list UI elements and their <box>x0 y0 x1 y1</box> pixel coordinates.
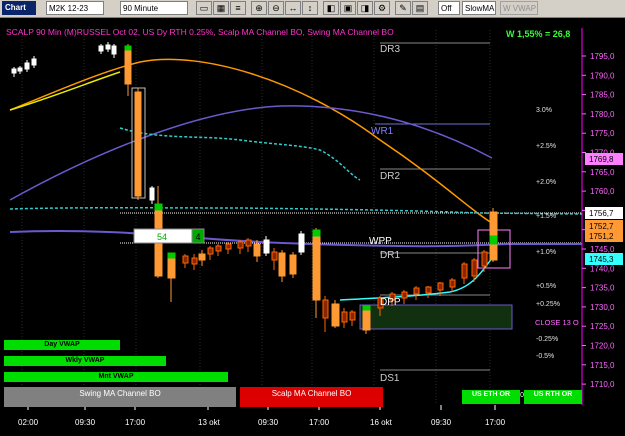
time-tick-label: 17:00 <box>485 418 506 427</box>
price-tick-label: 1720,0 <box>590 342 615 351</box>
upper-channel-line <box>119 127 361 181</box>
time-tick-label: 09:30 <box>75 418 96 427</box>
us-eth-or-panel: US ETH OR <box>462 390 520 404</box>
pct-label-3: 3.0% <box>536 107 552 114</box>
toolbar-button-10[interactable]: ◨ <box>357 1 373 15</box>
toolbar-button-13[interactable]: ▤ <box>412 1 428 15</box>
day-vwap-panel: Day VWAP <box>4 340 120 350</box>
price-chart-svg: 54 4 SCALP 90 Min (M)RUSSEL Oct 02, US D… <box>6 27 623 427</box>
price-tick-label: 1780,0 <box>590 110 615 119</box>
weekly-vwap-panel: Wkly VWAP <box>4 356 166 366</box>
close-label: CLOSE 13 O <box>535 318 579 327</box>
symbol-selector[interactable]: M2K 12-23 <box>46 1 104 15</box>
pct-label-neg-0-5: -0.5% <box>536 353 554 360</box>
counter-right-value: 4 <box>195 232 200 242</box>
level-ds1-label: DS1 <box>380 373 400 384</box>
counter-left-value: 54 <box>157 232 167 242</box>
price-tick-label: 1790,0 <box>590 71 615 80</box>
toolbar-button-6[interactable]: ↔ <box>285 1 301 15</box>
mode-select[interactable]: Off <box>438 1 460 15</box>
pct-label-2: +2.0% <box>536 179 556 186</box>
time-axis-ticks: 02:00 09:30 17:00 13 okt 09:30 17:00 16 okt 09:… <box>18 405 506 427</box>
price-tick-label: 1710,0 <box>590 380 615 389</box>
monthly-vwap-panel: Mnt VWAP <box>4 372 228 382</box>
toolbar-button-5[interactable]: ⊖ <box>268 1 284 15</box>
swing-ma-channel-panel: Swing MA Channel BO <box>4 387 236 407</box>
scalp-ma-channel-panel: Scalp MA Channel BO <box>240 387 383 407</box>
slow-ma-orange <box>9 58 496 226</box>
price-tag-value: 1769,8 <box>589 155 614 164</box>
chart-toolbar: Chart M2K 12-23 90 Minute ▭ ▦ ≡ ⊕ ⊖ ↔ ↕ … <box>0 0 625 18</box>
candlesticks <box>11 42 498 334</box>
price-tag-value: 1751,2 <box>589 232 614 241</box>
price-tick-label: 1775,0 <box>590 129 615 138</box>
toolbar-button-4[interactable]: ⊕ <box>251 1 267 15</box>
level-wpp-label: WPP <box>369 236 392 247</box>
price-tick-label: 1715,0 <box>590 361 615 370</box>
toolbar-button-2[interactable]: ▦ <box>213 1 229 15</box>
pct-label-0-25: +0.25% <box>536 301 560 308</box>
time-tick-label: 09:30 <box>258 418 279 427</box>
toolbar-button-3[interactable]: ≡ <box>230 1 246 15</box>
toolbar-button-7[interactable]: ↕ <box>302 1 318 15</box>
price-tick-label: 1765,0 <box>590 168 615 177</box>
price-tag-value: 1756,7 <box>589 209 614 218</box>
chart-header-text: SCALP 90 Min (M)RUSSEL Oct 02, US Dy RTH… <box>6 27 394 37</box>
time-tick-label: 09:30 <box>431 418 452 427</box>
us-rth-or-panel: US RTH OR <box>524 390 582 404</box>
price-chart-area[interactable]: 54 4 SCALP 90 Min (M)RUSSEL Oct 02, US D… <box>0 17 625 431</box>
level-wr1-label: WR1 <box>371 126 394 137</box>
level-dr1-label: DR1 <box>380 250 400 261</box>
wr1-channel-line <box>9 105 493 201</box>
pct-label-0-5: +0.5% <box>536 283 556 290</box>
price-tag-value: 1745,3 <box>589 255 614 264</box>
fast-ma-yellow <box>9 71 121 111</box>
price-tick-label: 1795,0 <box>590 52 615 61</box>
time-tick-label: 02:00 <box>18 418 39 427</box>
price-tick-label: 1760,0 <box>590 187 615 196</box>
toolbar-button-9[interactable]: ▣ <box>340 1 356 15</box>
toolbar-button-8[interactable]: ◧ <box>323 1 339 15</box>
level-dr2-label: DR2 <box>380 171 400 182</box>
interval-selector[interactable]: 90 Minute <box>120 1 188 15</box>
price-tag-value: 1752,7 <box>589 222 614 231</box>
time-tick-label: 13 okt <box>198 418 221 427</box>
pct-label-neg-0-25: -0.25% <box>536 336 558 343</box>
time-tick-label: 16 okt <box>370 418 393 427</box>
pct-label-1: +1.0% <box>536 249 556 256</box>
price-tick-label: 1730,0 <box>590 303 615 312</box>
toolbar-button-1[interactable]: ▭ <box>196 1 212 15</box>
price-tick-label: 1740,0 <box>590 264 615 273</box>
chart-app-label: Chart <box>2 1 36 15</box>
level-dpp-label: DPP <box>380 297 401 308</box>
top-right-stat: W 1,55% = 26,8 <box>506 29 570 39</box>
toolbar-button-11[interactable]: ⚙ <box>374 1 390 15</box>
price-tick-label: 1725,0 <box>590 322 615 331</box>
vwap-toggle[interactable]: W VWAP <box>500 1 538 15</box>
time-tick-label: 17:00 <box>309 418 330 427</box>
price-tick-label: 1785,0 <box>590 91 615 100</box>
toolbar-button-12[interactable]: ✎ <box>395 1 411 15</box>
level-dr3-label: DR3 <box>380 44 400 55</box>
price-tick-label: 1735,0 <box>590 284 615 293</box>
dpp-zone-box <box>359 304 513 330</box>
pct-label-1-5: +1.5% <box>536 213 556 220</box>
indicator-select[interactable]: SlowMA <box>462 1 496 15</box>
pct-label-2-5: +2.5% <box>536 143 556 150</box>
time-tick-label: 17:00 <box>125 418 146 427</box>
price-tick-label: 1745,0 <box>590 245 615 254</box>
